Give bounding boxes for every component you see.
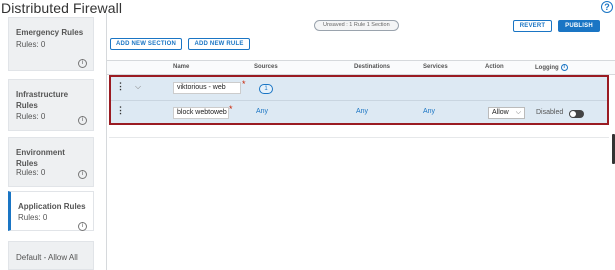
toggle-knob: [570, 111, 576, 117]
category-name: Environment Rules: [16, 148, 65, 168]
section-rule-count-badge: 1: [259, 84, 273, 94]
column-logging[interactable]: Logging i: [535, 64, 568, 71]
page-title: Distributed Firewall: [1, 0, 123, 16]
rule-sources[interactable]: Any: [256, 108, 268, 115]
distributed-firewall-page: Distributed Firewall ? Emergency Rules R…: [0, 0, 615, 270]
info-icon[interactable]: i: [78, 116, 87, 125]
table-header: Name Sources Destinations Services Actio…: [107, 60, 615, 75]
category-default-allow-all[interactable]: Default - Allow All: [8, 241, 94, 270]
category-emergency-rules[interactable]: Emergency Rules Rules: 0 i: [8, 17, 94, 71]
add-new-section-button[interactable]: ADD NEW SECTION: [110, 38, 182, 50]
rule-services[interactable]: Any: [423, 108, 435, 115]
rule-logging-label: Disabled: [536, 109, 564, 116]
category-infrastructure-rules[interactable]: Infrastructure Rules Rules: 0 i: [8, 79, 94, 131]
logging-toggle[interactable]: [569, 110, 584, 118]
category-environment-rules[interactable]: Environment Rules Rules: 0 i: [8, 137, 94, 187]
rule-name-input[interactable]: block webtoweb: [173, 107, 229, 119]
help-icon[interactable]: ?: [601, 1, 613, 13]
publish-button[interactable]: PUBLISH: [558, 20, 600, 32]
category-application-rules[interactable]: Application Rules Rules: 0 i: [8, 191, 94, 231]
section-name-input[interactable]: viktorious - web: [173, 82, 241, 94]
add-new-rule-button[interactable]: ADD NEW RULE: [188, 38, 250, 50]
category-rule-count: Rules: 0: [18, 213, 48, 222]
column-logging-label: Logging: [535, 65, 559, 72]
category-name: Emergency Rules: [16, 28, 84, 37]
info-icon[interactable]: i: [78, 222, 87, 231]
column-sources[interactable]: Sources: [254, 64, 278, 70]
highlighted-rules-region: ⋮ ⌵ viktorious - web * 1 ⋮ block webtowe…: [109, 75, 609, 125]
category-rule-count: Rules: 0: [16, 112, 46, 121]
category-name: Default - Allow All: [16, 253, 78, 262]
rule-destinations[interactable]: Any: [356, 108, 368, 115]
info-icon[interactable]: i: [560, 64, 568, 71]
column-destinations[interactable]: Destinations: [354, 64, 390, 70]
chevron-down-icon[interactable]: ⌵: [135, 82, 141, 92]
rule-action-value: Allow: [492, 109, 509, 116]
chevron-down-icon: ⌵: [515, 109, 521, 116]
category-rule-count: Rules: 0: [16, 168, 46, 177]
category-rule-count: Rules: 0: [16, 40, 46, 49]
unsaved-status-badge: Unsaved : 1 Rule 1 Section: [314, 20, 399, 31]
revert-button[interactable]: REVERT: [513, 20, 552, 32]
required-asterisk: *: [242, 79, 246, 89]
column-name[interactable]: Name: [173, 64, 189, 70]
row-divider: [111, 100, 607, 101]
table-divider: [109, 137, 609, 138]
column-action[interactable]: Action: [485, 64, 504, 70]
info-icon[interactable]: i: [78, 59, 87, 68]
info-icon[interactable]: i: [78, 170, 87, 179]
category-name: Infrastructure Rules: [16, 90, 69, 110]
category-name: Application Rules: [18, 202, 86, 211]
drag-handle-icon[interactable]: ⋮: [116, 82, 125, 91]
drag-handle-icon[interactable]: ⋮: [116, 106, 125, 115]
column-services[interactable]: Services: [423, 64, 448, 70]
rules-panel: Unsaved : 1 Rule 1 Section REVERT PUBLIS…: [106, 13, 615, 270]
rule-action-select[interactable]: Allow ⌵: [488, 107, 525, 119]
required-asterisk: *: [229, 104, 233, 114]
